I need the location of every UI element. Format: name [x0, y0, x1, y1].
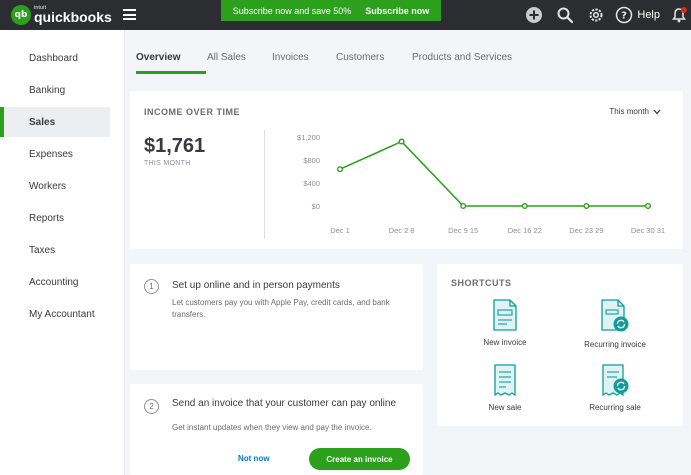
step-description: Get instant updates when they view and p… [172, 423, 372, 432]
shortcut-recurring-invoice[interactable]: Recurring invoice [565, 299, 665, 349]
sidebar-item-expenses[interactable]: Expenses [0, 139, 110, 169]
income-line-chart: $1,200 $800 $400 $0 Dec 1 Dec 2 8 Dec 9 15 Dec … [297, 133, 665, 235]
income-data-point[interactable] [398, 138, 405, 145]
step-number-badge: 2 [144, 399, 159, 414]
shortcut-new-invoice[interactable]: New invoice [455, 299, 555, 347]
gear-icon[interactable] [584, 3, 608, 27]
shortcut-recurring-sale[interactable]: Recurring sale [565, 364, 665, 412]
sidebar-item-workers[interactable]: Workers [0, 171, 110, 201]
recurring-invoice-icon [601, 299, 629, 332]
income-data-point[interactable] [336, 166, 343, 173]
x-tick-label: Dec 2 8 [389, 226, 415, 235]
y-tick-label: $1,200 [297, 133, 320, 142]
shortcut-label: New sale [488, 403, 522, 412]
shortcut-label: New invoice [483, 338, 527, 347]
sales-tabs: Overview All Sales Invoices Customers Pr… [125, 30, 691, 74]
sidebar-item-dashboard[interactable]: Dashboard [0, 43, 110, 73]
income-data-point[interactable] [521, 202, 528, 209]
top-bar: qb intuit quickbooks Subscribe now and s… [0, 0, 691, 30]
shortcut-label: Recurring sale [589, 403, 641, 412]
tab-overview[interactable]: Overview [136, 52, 180, 63]
create-invoice-button[interactable]: Create an invoice [309, 448, 410, 470]
tab-customers[interactable]: Customers [336, 52, 384, 63]
y-tick-label: $800 [303, 156, 320, 165]
x-tick-label: Dec 1 [330, 226, 350, 235]
receipt-icon [494, 364, 516, 396]
send-invoice-card: 2 Send an invoice that your customer can… [130, 384, 423, 475]
sidebar-item-sales[interactable]: Sales [0, 107, 110, 137]
shortcut-label: Recurring invoice [584, 340, 646, 349]
step-title: Send an invoice that your customer can p… [172, 398, 397, 409]
step-title: Set up online and in person payments [172, 280, 340, 291]
search-icon[interactable] [553, 3, 577, 27]
help-label: Help [637, 9, 660, 21]
x-tick-label: Dec 30 31 [631, 226, 665, 235]
y-tick-label: $400 [303, 179, 320, 188]
income-over-time-card: INCOME OVER TIME This month $1,761 THIS … [130, 91, 683, 249]
setup-payments-card[interactable]: 1 Set up online and in person payments L… [130, 264, 423, 370]
step-description: Let customers pay you with Apple Pay, cr… [172, 298, 390, 319]
sidebar-item-reports[interactable]: Reports [0, 203, 110, 233]
x-tick-label: Dec 23 29 [569, 226, 603, 235]
income-data-point[interactable] [583, 202, 590, 209]
sidebar-item-my-accountant[interactable]: My Accountant [0, 299, 110, 329]
shortcuts-card: SHORTCUTS New invoice Recurring invoice [437, 264, 683, 426]
subscribe-promo-banner[interactable]: Subscribe now and save 50% Subscribe now [221, 0, 441, 21]
quickbooks-logo[interactable]: qb intuit quickbooks [11, 5, 112, 25]
sidebar-item-banking[interactable]: Banking [0, 75, 110, 105]
plus-icon[interactable] [522, 3, 546, 27]
svg-text:?: ? [621, 11, 627, 22]
help-button[interactable]: ? Help [615, 3, 660, 27]
shortcuts-title: SHORTCUTS [451, 278, 512, 288]
x-tick-label: Dec 16 22 [508, 226, 542, 235]
x-tick-label: Dec 9 15 [448, 226, 478, 235]
subscribe-now-link[interactable]: Subscribe now [365, 6, 429, 16]
active-tab-indicator [136, 71, 206, 74]
tab-invoices[interactable]: Invoices [272, 52, 309, 63]
help-icon: ? [616, 6, 633, 24]
income-data-point[interactable] [460, 202, 467, 209]
bell-icon[interactable] [667, 3, 691, 27]
invoice-icon [493, 299, 517, 331]
shortcut-new-sale[interactable]: New sale [455, 364, 555, 412]
qb-logo-icon: qb [11, 5, 31, 25]
income-series-line [339, 140, 648, 207]
tab-products-and-services[interactable]: Products and Services [412, 52, 512, 63]
recurring-sale-icon [602, 364, 629, 396]
menu-toggle-icon[interactable] [123, 9, 136, 20]
step-number-badge: 1 [144, 279, 159, 294]
sidebar-item-accounting[interactable]: Accounting [0, 267, 110, 297]
income-data-point[interactable] [645, 202, 652, 209]
tab-all-sales[interactable]: All Sales [207, 52, 246, 63]
sidebar-nav: Dashboard Banking Sales Expenses Workers… [0, 30, 125, 475]
not-now-link[interactable]: Not now [238, 454, 270, 463]
logo-brand-name: quickbooks [34, 9, 112, 25]
sidebar-item-taxes[interactable]: Taxes [0, 235, 110, 265]
promo-text: Subscribe now and save 50% [232, 5, 352, 16]
y-tick-label: $0 [312, 202, 320, 211]
